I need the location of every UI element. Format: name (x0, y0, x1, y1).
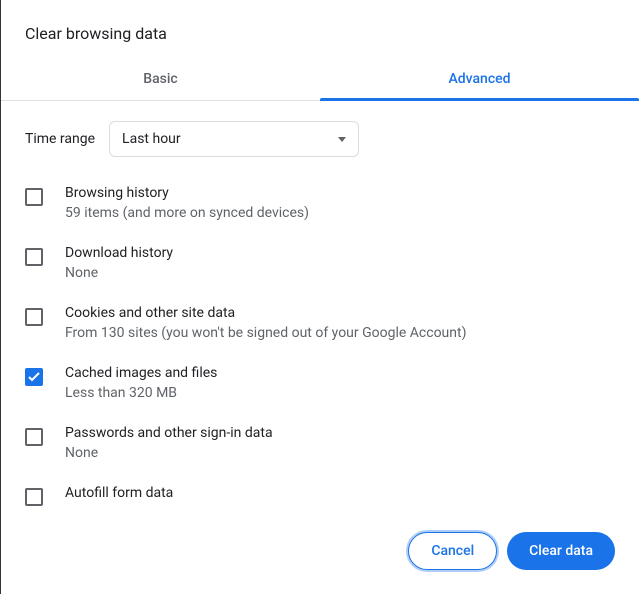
option-title: Browsing history (65, 185, 309, 201)
checkbox-passwords[interactable] (25, 428, 43, 446)
option-title: Cookies and other site data (65, 305, 466, 321)
tab-advanced[interactable]: Advanced (320, 61, 639, 100)
time-range-row: Time range Last hour (25, 121, 615, 157)
tab-basic[interactable]: Basic (1, 61, 320, 100)
option-cached: Cached images and files Less than 320 MB (25, 365, 615, 401)
clear-data-button[interactable]: Clear data (507, 532, 615, 570)
clear-browsing-data-dialog: Clear browsing data Basic Advanced Time … (0, 0, 639, 594)
checkbox-cached[interactable] (25, 368, 43, 386)
time-range-dropdown[interactable]: Last hour (109, 121, 359, 157)
option-texts: Download history None (65, 245, 173, 281)
option-cookies: Cookies and other site data From 130 sit… (25, 305, 615, 341)
option-sub: 59 items (and more on synced devices) (65, 205, 309, 221)
option-texts: Autofill form data (65, 485, 173, 501)
option-download-history: Download history None (25, 245, 615, 281)
checkbox-browsing-history[interactable] (25, 188, 43, 206)
option-browsing-history: Browsing history 59 items (and more on s… (25, 185, 615, 221)
content-area: Time range Last hour Browsing history 59… (1, 101, 639, 508)
cancel-button[interactable]: Cancel (408, 532, 497, 570)
checkbox-autofill[interactable] (25, 488, 43, 506)
option-texts: Browsing history 59 items (and more on s… (65, 185, 309, 221)
option-title: Autofill form data (65, 485, 173, 501)
dialog-title: Clear browsing data (1, 0, 639, 61)
option-texts: Passwords and other sign-in data None (65, 425, 273, 461)
option-sub: None (65, 445, 273, 461)
dialog-footer: Cancel Clear data (1, 508, 639, 594)
checkbox-cookies[interactable] (25, 308, 43, 326)
option-passwords: Passwords and other sign-in data None (25, 425, 615, 461)
option-sub: Less than 320 MB (65, 385, 217, 401)
checkbox-download-history[interactable] (25, 248, 43, 266)
time-range-label: Time range (25, 131, 95, 147)
option-texts: Cached images and files Less than 320 MB (65, 365, 217, 401)
option-autofill: Autofill form data (25, 485, 615, 506)
chevron-down-icon (338, 137, 346, 142)
scroll-area[interactable]: Time range Last hour Browsing history 59… (1, 101, 639, 508)
option-sub: None (65, 265, 173, 281)
option-sub: From 130 sites (you won't be signed out … (65, 325, 466, 341)
option-texts: Cookies and other site data From 130 sit… (65, 305, 466, 341)
option-title: Cached images and files (65, 365, 217, 381)
option-title: Passwords and other sign-in data (65, 425, 273, 441)
tabs: Basic Advanced (1, 61, 639, 101)
option-title: Download history (65, 245, 173, 261)
time-range-value: Last hour (122, 131, 181, 147)
